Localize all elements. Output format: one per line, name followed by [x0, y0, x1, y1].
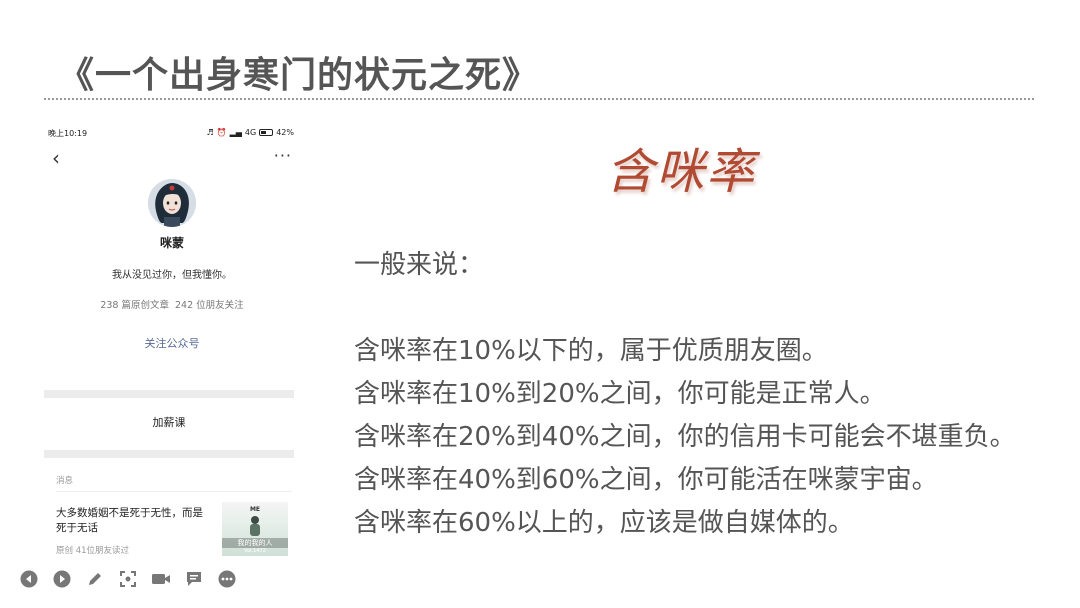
article-count: 238 篇原创文章	[100, 300, 169, 311]
previous-icon[interactable]	[18, 568, 40, 590]
follow-account-button[interactable]: 关注公众号	[44, 335, 300, 351]
avatar	[148, 179, 196, 227]
mute-icon: ♬	[206, 128, 214, 137]
rule-item: 含咪率在10%到20%之间，你可能是正常人。	[354, 379, 886, 409]
alarm-icon: ⏰	[216, 128, 227, 137]
battery-level: 42%	[276, 128, 294, 137]
next-icon[interactable]	[51, 568, 73, 590]
account-name: 咪蒙	[159, 236, 184, 250]
section-divider	[44, 390, 294, 398]
messages-label: 消息	[56, 476, 74, 486]
status-bar: 晚上10:19 ♬ ⏰ ▂▄ 4G 42%	[44, 128, 300, 142]
network-label: 4G	[244, 128, 257, 137]
rule-item: 含咪率在40%到60%之间，你可能活在咪蒙宇宙。	[354, 465, 938, 495]
thumbnail-volume: Vol.1472	[244, 548, 266, 554]
more-options-icon[interactable]: ···	[274, 146, 292, 165]
account-bio: 我从没见过你，但我懂你。	[112, 270, 232, 281]
friends-following: 242 位朋友关注	[175, 300, 244, 311]
phone-screenshot: 晚上10:19 ♬ ⏰ ▂▄ 4G 42% ‹ ··· 咪蒙 我从没见过你，但我…	[44, 124, 300, 564]
comment-icon[interactable]	[183, 568, 205, 590]
rule-list: 含咪率在10%以下的，属于优质朋友圈。 含咪率在10%到20%之间，你可能是正常…	[354, 330, 1016, 545]
thumbnail-badge: ME	[249, 506, 261, 513]
article-thumbnail[interactable]: ME 我的我的人 Vol.1472	[222, 502, 288, 556]
thumbnail-caption: 我的我的人	[222, 538, 288, 548]
presentation-toolbar	[18, 568, 238, 590]
status-time: 晚上10:19	[48, 129, 88, 138]
brand-title: 含咪率	[606, 144, 757, 200]
rule-item: 含咪率在20%到40%之间，你的信用卡可能会不堪重负。	[354, 422, 1016, 452]
account-stats: 238 篇原创文章 242 位朋友关注	[44, 297, 300, 311]
camera-icon[interactable]	[150, 568, 172, 590]
screenshot-icon[interactable]	[117, 568, 139, 590]
title-divider	[44, 98, 1034, 100]
battery-icon	[259, 129, 274, 136]
rule-item: 含咪率在60%以上的，应该是做自媒体的。	[354, 508, 854, 538]
back-icon[interactable]: ‹	[52, 148, 60, 168]
menu-item-raise-course[interactable]: 加薪课	[44, 414, 294, 430]
more-icon[interactable]	[216, 568, 238, 590]
messages-divider	[56, 491, 292, 492]
rule-item: 含咪率在10%以下的，属于优质朋友圈。	[354, 336, 828, 366]
signal-icon: ▂▄	[229, 128, 242, 137]
intro-text: 一般来说：	[354, 250, 485, 280]
section-divider	[44, 450, 294, 458]
person-icon	[250, 516, 260, 536]
pen-icon[interactable]	[84, 568, 106, 590]
status-indicators: ♬ ⏰ ▂▄ 4G 42%	[206, 128, 294, 137]
article-meta: 原创 41位朋友读过	[56, 546, 130, 556]
article-title[interactable]: 大多数婚姻不是死于无性，而是死于无话	[56, 506, 208, 536]
slide-title: 《一个出身寒门的状元之死》	[58, 55, 540, 96]
